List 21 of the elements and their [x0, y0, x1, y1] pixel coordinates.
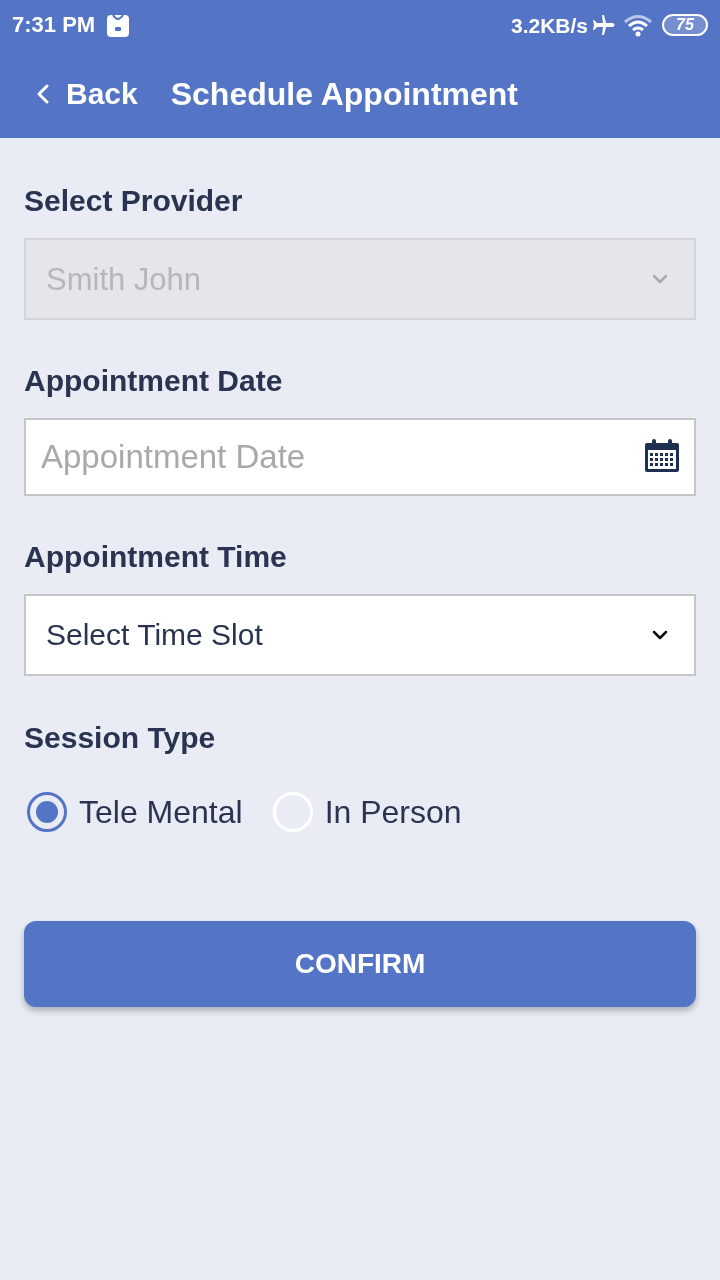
radio-label[interactable]: In Person — [324, 796, 462, 828]
bag-icon — [107, 13, 130, 37]
radio-label[interactable]: Tele Mental — [79, 796, 243, 828]
chevron-down-icon — [652, 630, 668, 640]
field-label: Appointment Time — [24, 542, 288, 572]
page-title: Schedule Appointment — [170, 78, 518, 110]
wifi-icon — [624, 13, 652, 37]
network-speed: 3.2KB/s — [510, 14, 588, 36]
field-label: Appointment Date — [24, 366, 284, 396]
select-field[interactable]: Select Time Slot — [24, 594, 696, 676]
date-field[interactable]: Appointment Date — [24, 418, 696, 496]
airplane-icon — [592, 13, 616, 37]
back-button[interactable]: Back — [34, 79, 138, 109]
field-label: Select Provider — [24, 186, 244, 216]
field-label: Session Type — [24, 723, 217, 753]
calendar-icon[interactable] — [644, 439, 680, 473]
confirm-button[interactable]: CONFIRM — [24, 921, 696, 1007]
battery-indicator: 75 — [662, 14, 708, 36]
status-time: 7:31 PM — [12, 14, 96, 36]
radio-button[interactable] — [27, 792, 67, 832]
chevron-down-icon — [652, 274, 668, 284]
